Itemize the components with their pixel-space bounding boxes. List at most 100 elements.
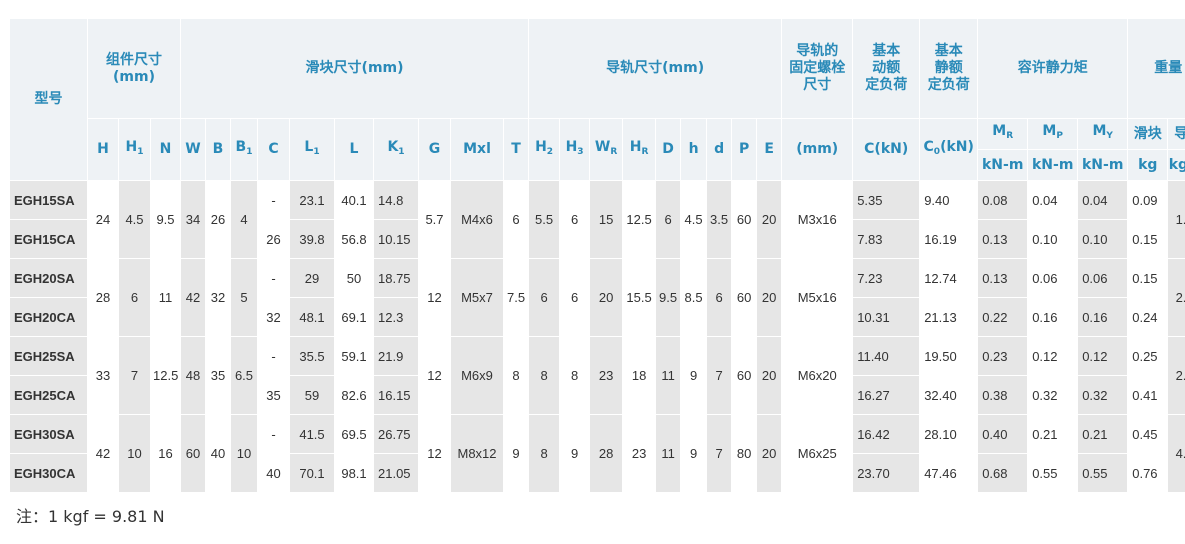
cell-l: 50 — [335, 259, 373, 297]
cell-n: 9.5 — [151, 181, 180, 258]
cell-h3: 6 — [560, 259, 590, 336]
cell-h: 42 — [88, 415, 118, 492]
cell-weight-rail: 4.35 — [1168, 415, 1185, 492]
cell-hr: 15.5 — [623, 259, 656, 336]
cell-c-dyn: 5.35 — [853, 181, 920, 219]
cell-my: 0.55 — [1078, 454, 1128, 492]
cell-g: 12 — [419, 337, 450, 414]
cell-t: 9 — [504, 415, 529, 492]
cell-l: 69.1 — [335, 298, 373, 336]
header-col-21: E — [757, 119, 782, 180]
cell-hr: 23 — [623, 415, 656, 492]
cell-h1: 7 — [119, 337, 150, 414]
cell-b1: 4 — [231, 181, 257, 258]
cell-mp: 0.04 — [1028, 181, 1078, 219]
cell-n: 11 — [151, 259, 180, 336]
header-col-20: P — [732, 119, 757, 180]
header-col-1: H1 — [119, 119, 150, 180]
header-c-kn: C(kN) — [853, 119, 920, 180]
cell-mr: 0.23 — [978, 337, 1028, 375]
cell-b: 26 — [206, 181, 230, 258]
cell-l1: 41.5 — [290, 415, 334, 453]
cell-d: 11 — [656, 415, 681, 492]
c0-rest: (kN) — [940, 138, 974, 155]
cell-mr: 0.13 — [978, 220, 1028, 258]
header-col-label: B — [235, 138, 247, 155]
cell-b1: 6.5 — [231, 337, 257, 414]
header-mp-unit: kN-m — [1028, 150, 1078, 180]
cell-h: 24 — [88, 181, 118, 258]
cell-k1: 26.75 — [374, 415, 418, 453]
header-col-label: C — [268, 141, 279, 157]
header-col-label: Mxl — [463, 141, 491, 157]
cell-h: 33 — [88, 337, 118, 414]
header-col-label: B — [212, 141, 224, 157]
header-col-label: P — [738, 141, 750, 157]
cell-k1: 18.75 — [374, 259, 418, 297]
header-col-label: L — [349, 141, 359, 157]
my-sub: Y — [1106, 131, 1113, 141]
header-model: 型号 — [10, 19, 87, 180]
header-col-0: H — [88, 119, 118, 180]
cell-h-small: 8.5 — [681, 259, 707, 336]
header-col-11: Mxl — [451, 119, 503, 180]
cell-c0: 12.74 — [920, 259, 978, 297]
cell-my: 0.06 — [1078, 259, 1128, 297]
cell-weight-block: 0.41 — [1128, 376, 1168, 414]
cell-l1: 48.1 — [290, 298, 334, 336]
cell-bolt: M6x25 — [782, 415, 853, 492]
cell-h1: 10 — [119, 415, 150, 492]
header-col-16: HR — [623, 119, 656, 180]
cell-h-small: 9 — [681, 337, 707, 414]
header-col-18: h — [681, 119, 707, 180]
cell-e: 20 — [757, 415, 782, 492]
cell-g: 12 — [419, 415, 450, 492]
cell-weight-block: 0.09 — [1128, 181, 1168, 219]
header-bolt: 导轨的 固定螺栓 尺寸 — [782, 19, 853, 118]
mr-sub: R — [1006, 131, 1014, 141]
cell-d-small: 3.5 — [707, 181, 732, 258]
header-block: 滑块尺寸(mm) — [181, 19, 529, 118]
header-col-label: L — [304, 138, 314, 155]
table-row: EGH20SA 28 6 11 42 32 5-29 50 18.75 12 M5x7 7.5 6 6 20… — [10, 259, 1185, 336]
header-col-8: L — [335, 119, 373, 180]
header-moment: 容许静力矩 — [978, 19, 1128, 118]
header-mr: MR — [978, 119, 1028, 149]
cell-mr: 0.22 — [978, 298, 1028, 336]
cell-weight-block: 0.25 — [1128, 337, 1168, 375]
cell-mp: 0.16 — [1028, 298, 1078, 336]
cell-c: - — [258, 337, 289, 375]
cell-model: EGH30SA — [10, 415, 87, 453]
cell-w: 48 — [181, 337, 205, 414]
cell-mr: 0.08 — [978, 181, 1028, 219]
cell-l1: 70.1 — [290, 454, 334, 492]
cell-w: 34 — [181, 181, 205, 258]
cell-p: 80 — [732, 415, 757, 492]
cell-weight-block: 0.15 — [1128, 259, 1168, 297]
cell-bolt: M5x16 — [782, 259, 853, 336]
cell-my: 0.21 — [1078, 415, 1128, 453]
cell-bolt: M3x16 — [782, 181, 853, 258]
cell-model: EGH30CA — [10, 454, 87, 492]
header-rail-unit: kg/m — [1168, 150, 1185, 180]
cell-h2: 5.5 — [529, 181, 560, 258]
cell-h3: 9 — [560, 415, 590, 492]
cell-b: 40 — [206, 415, 230, 492]
header-col-17: D — [656, 119, 681, 180]
cell-e: 20 — [757, 337, 782, 414]
cell-wr: 23 — [590, 337, 623, 414]
header-col-19: d — [707, 119, 732, 180]
cell-mr: 0.68 — [978, 454, 1028, 492]
cell-c0: 16.19 — [920, 220, 978, 258]
table-row: EGH25SA 33 7 12.5 48 35 6.5-35.5 59.1 21.9 12 M6x9… — [10, 337, 1185, 414]
header-col-12: T — [504, 119, 529, 180]
cell-h-small: 4.5 — [681, 181, 707, 258]
header-col-sub: 1 — [246, 146, 253, 157]
cell-k1: 16.15 — [374, 376, 418, 414]
header-col-4: B — [206, 119, 230, 180]
cell-c: 32 — [258, 298, 289, 336]
cell-k1: 12.3 — [374, 298, 418, 336]
cell-bolt: M6x20 — [782, 337, 853, 414]
header-assembly: 组件尺寸 (mm) — [88, 19, 180, 118]
cell-mxl: M4x6 — [451, 181, 503, 258]
